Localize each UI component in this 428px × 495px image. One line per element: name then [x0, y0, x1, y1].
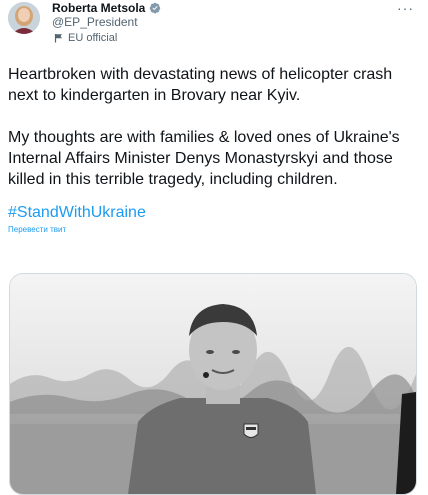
author-handle[interactable]: @EP_President	[52, 15, 138, 29]
official-label: EU official	[54, 32, 117, 44]
author-name-row: Roberta Metsola	[52, 1, 161, 15]
tweet-photo	[10, 274, 416, 494]
official-label-text: EU official	[68, 32, 118, 44]
flag-icon	[54, 34, 62, 43]
translate-tweet-link[interactable]: Перевести твит	[8, 225, 66, 234]
tweet-media[interactable]	[9, 273, 417, 495]
tweet-text: Heartbroken with devastating news of hel…	[8, 64, 420, 190]
tweet-paragraph-2: My thoughts are with families & loved on…	[8, 129, 400, 188]
tweet-paragraph-1: Heartbroken with devastating news of hel…	[8, 66, 393, 104]
avatar-photo	[8, 2, 40, 34]
avatar[interactable]	[8, 2, 40, 34]
verified-badge-icon	[150, 2, 161, 14]
hashtag-link[interactable]: #StandWithUkraine	[8, 204, 146, 222]
author-name[interactable]: Roberta Metsola	[52, 1, 145, 15]
more-options-icon[interactable]: ···	[397, 0, 414, 16]
